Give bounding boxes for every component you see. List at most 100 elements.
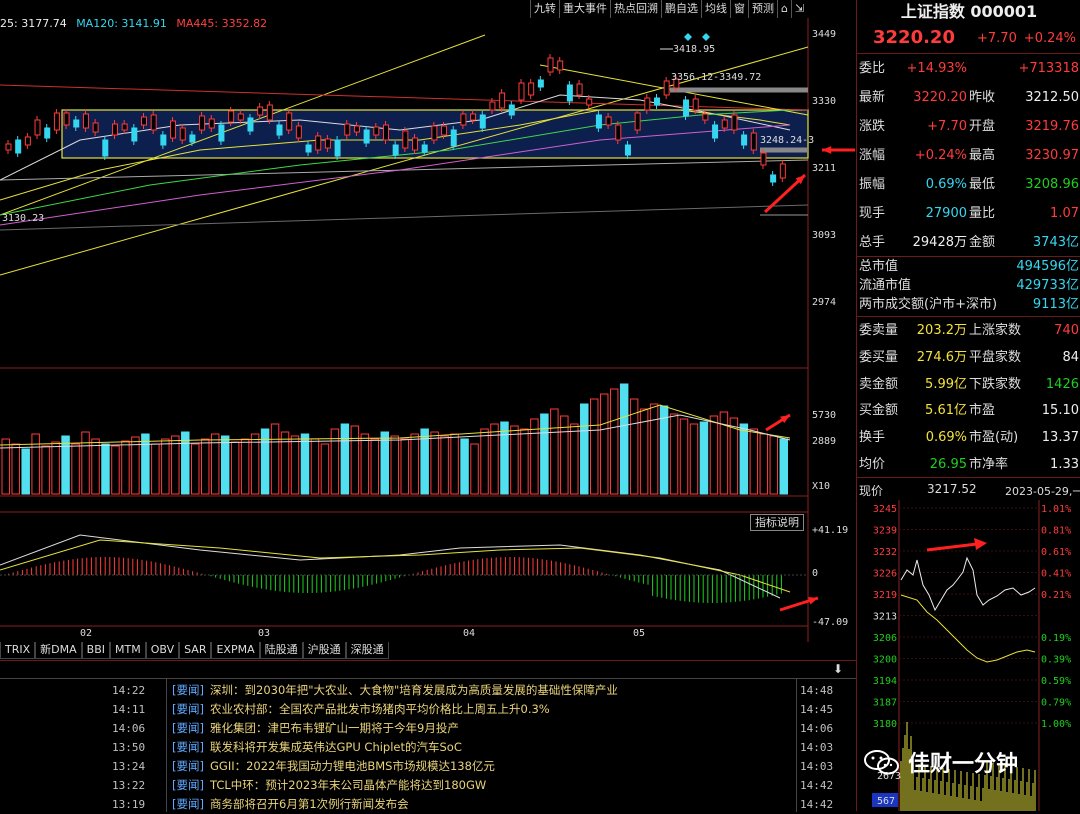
- news-tag: [要闻]: [172, 759, 204, 773]
- quote-label: 卖金额: [859, 376, 899, 392]
- news-headline[interactable]: 农业农村部：全国农产品批发市场猪肉平均价格比上周五上升0.3%: [210, 700, 795, 719]
- news-tag: [要闻]: [172, 702, 204, 716]
- candle-body: [537, 79, 544, 88]
- quote-row: 换手 0.69% 市盈(动) 13.37: [857, 424, 1080, 451]
- tab-hugutong[interactable]: 沪股通: [302, 642, 346, 659]
- volume-bar: [580, 403, 589, 495]
- news-item[interactable]: 14:06 [要闻] 雅化集团：津巴布韦锂矿山一期将于今年9月投产 14:06: [0, 719, 856, 738]
- candle-body: [5, 143, 12, 151]
- toolbar-major-events[interactable]: 重大事件: [559, 0, 610, 18]
- toolbar-window[interactable]: 窗: [730, 0, 748, 18]
- quote-label: 换手: [859, 430, 886, 446]
- tab-obv[interactable]: OBV: [145, 642, 180, 659]
- volume-bar: [141, 433, 150, 495]
- volume-bar: [590, 398, 599, 495]
- candle-body: [712, 124, 719, 139]
- news-headline[interactable]: 商务部将召开6月第1次例行新闻发布会: [210, 795, 795, 814]
- tab-new-dma[interactable]: 新DMA: [35, 642, 82, 659]
- download-icon[interactable]: ⬇: [833, 662, 843, 676]
- candle-body: [189, 134, 196, 143]
- news-headline[interactable]: 深圳：到2030年把"大农业、大食物"培育发展成为高质量发展的基础性保障产业: [210, 681, 795, 700]
- news-time: 14:11: [112, 703, 146, 716]
- news-time-2: 14:45: [800, 703, 834, 716]
- intraday-left-label: 3245: [873, 504, 897, 515]
- macd-axis-label: -47.09: [812, 617, 849, 628]
- volume-bar: [151, 443, 160, 495]
- candle-body: [53, 112, 60, 131]
- candle-body: [73, 119, 80, 128]
- quote-value: 0.69%: [925, 177, 967, 192]
- diamond-marker: [702, 33, 710, 41]
- news-item[interactable]: 14:22 [要闻] 深圳：到2030年把"大农业、大食物"培育发展成为高质量发展的…: [0, 681, 856, 700]
- toolbar-jiuzhuan[interactable]: 九转: [530, 0, 559, 18]
- home-icon[interactable]: ⌂: [777, 0, 791, 18]
- indicator-help-button[interactable]: 指标说明: [750, 514, 804, 531]
- current-price: 3220.20: [873, 27, 955, 48]
- quote-value: +713318: [1018, 61, 1079, 76]
- quote-row: 振幅 0.69% 最低 3208.96: [857, 171, 1080, 198]
- trend-line: [0, 204, 809, 231]
- volume-bar: [390, 435, 399, 495]
- price-change-pct: +0.24%: [1023, 31, 1076, 46]
- low-annotation: 3130.23: [2, 213, 45, 224]
- kline-chart[interactable]: [0, 0, 856, 660]
- news-headline[interactable]: 雅化集团：津巴布韦锂矿山一期将于今年9月投产: [210, 719, 795, 738]
- news-item[interactable]: 13:19 [要闻] 商务部将召开6月第1次例行新闻发布会 14:42: [0, 795, 856, 814]
- toolbar-forecast[interactable]: 预测: [748, 0, 777, 18]
- tab-bbi[interactable]: BBI: [81, 642, 110, 659]
- candle-body: [663, 80, 670, 96]
- ma-value: 25: 3177.74: [0, 17, 67, 30]
- volume-bar: [739, 423, 749, 495]
- tab-sar[interactable]: SAR: [179, 642, 212, 659]
- quote-label: 均价: [859, 457, 886, 472]
- tab-shengutong[interactable]: 深股通: [345, 642, 389, 659]
- candle-body: [402, 130, 409, 149]
- volume-bar: [220, 435, 230, 495]
- toolbar-self-select[interactable]: 鹏自选: [661, 0, 701, 18]
- news-panel: ⬇ 14:22 [要闻] 深圳：到2030年把"大农业、大食物"培育发展成为高质量发…: [0, 660, 856, 814]
- tab-lugutong[interactable]: 陆股通: [259, 642, 303, 659]
- quote-label: 最新: [859, 90, 886, 105]
- toolbar-ma[interactable]: 均线: [701, 0, 730, 18]
- volume-bar: [709, 415, 719, 495]
- volume-axis-label: 5730: [812, 410, 837, 421]
- news-item[interactable]: 14:11 [要闻] 农业农村部：全国农产品批发市场猪肉平均价格比上周五上升0.3%…: [0, 700, 856, 719]
- price-axis-label: 3449: [812, 29, 837, 40]
- quote-value: 13.37: [1041, 430, 1079, 446]
- candle-body: [586, 98, 593, 106]
- quote-label: 涨跌: [859, 119, 886, 134]
- price-axis-label: 2974: [812, 297, 837, 308]
- quote-value: 740: [1054, 323, 1079, 338]
- volume-bar: [689, 423, 699, 495]
- chart-toolbar: 九转 重大事件 热点回溯 鹏自选 均线 窗 预测 ⌂ ⇲: [530, 0, 856, 18]
- news-tag: [要闻]: [172, 797, 204, 811]
- quote-row: 现手 27900 量比 1.07: [857, 200, 1080, 227]
- x-axis-label: 02: [80, 628, 93, 639]
- news-item[interactable]: 13:50 [要闻] 联发科将开发集成英伟达GPU Chiplet的汽车SoC 14:…: [0, 738, 856, 757]
- candle-body: [170, 120, 177, 139]
- annotation-arrowhead: [974, 538, 987, 550]
- news-time: 14:06: [112, 722, 146, 735]
- tab-trix[interactable]: TRIX: [0, 642, 36, 659]
- ma-legend: 25: 3177.74 MA120: 3141.91 MA445: 3352.8…: [0, 17, 273, 30]
- macd-axis-label: +41.19: [812, 525, 849, 536]
- news-headline[interactable]: TCL中环：预计2023年末公司晶体产能将达到180GW: [210, 776, 795, 795]
- news-item[interactable]: 13:24 [要闻] GGII：2022年我国动力锂电池BMS市场规模达138亿元 1…: [0, 757, 856, 776]
- quote-value: 27900: [925, 206, 967, 221]
- candle-body: [779, 163, 786, 179]
- volume-bar: [669, 413, 679, 495]
- candle-body: [295, 125, 302, 139]
- news-headline[interactable]: 联发科将开发集成英伟达GPU Chiplet的汽车SoC: [210, 738, 795, 757]
- quote-label: 涨幅: [859, 148, 886, 163]
- tab-mtm[interactable]: MTM: [110, 642, 146, 659]
- volume-bar: [200, 438, 210, 495]
- news-headline[interactable]: GGII：2022年我国动力锂电池BMS市场规模达138亿元: [210, 757, 795, 776]
- quote-row: 涨跌 +7.70 开盘 3219.76: [857, 113, 1080, 140]
- export-icon[interactable]: ⇲: [790, 0, 807, 18]
- quote-value: +7.70: [927, 119, 967, 134]
- tab-expma[interactable]: EXPMA: [211, 642, 260, 659]
- news-item[interactable]: 13:22 [要闻] TCL中环：预计2023年末公司晶体产能将达到180GW 14:…: [0, 776, 856, 795]
- intraday-right-label: 0.79%: [1041, 698, 1071, 709]
- toolbar-hotspot[interactable]: 热点回溯: [610, 0, 661, 18]
- quote-label: 委比: [859, 61, 886, 76]
